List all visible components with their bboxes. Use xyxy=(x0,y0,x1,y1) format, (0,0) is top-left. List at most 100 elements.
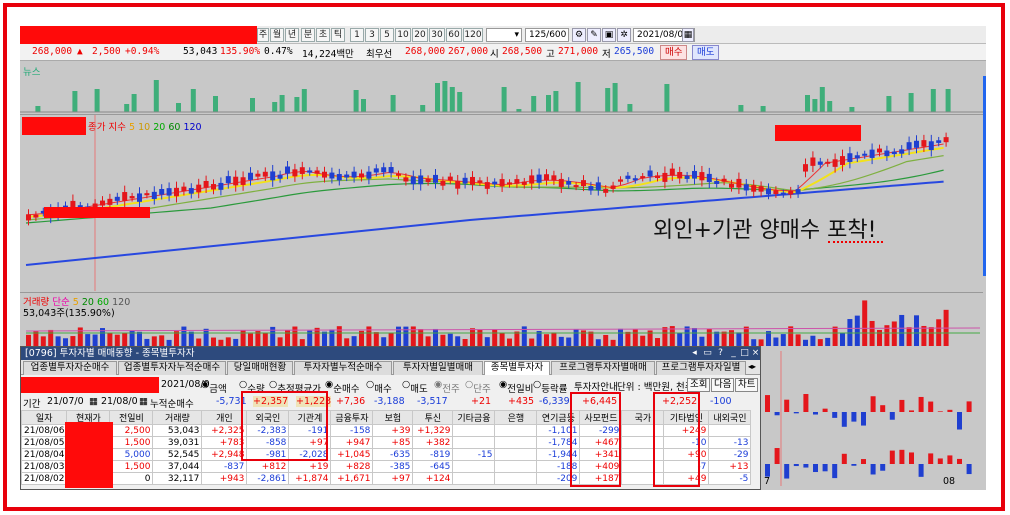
window-titlebar[interactable]: [0796] 투자자별 매매동향 - 종목별투자자 ◂ ▭ ? _ □ × xyxy=(21,347,760,360)
tab-sector-cumulative[interactable]: 업종별투자자누적순매수 xyxy=(118,361,226,375)
period-year-button[interactable]: 년 xyxy=(285,28,299,42)
interval-1-button[interactable]: 1 xyxy=(350,28,364,42)
save-icon[interactable]: ▣ xyxy=(602,28,616,42)
table-cell xyxy=(452,424,496,437)
table-row[interactable]: 21/08/05 1,500 39,031 +783 -858 +97 +947 +85 +38… xyxy=(20,436,752,449)
gear-icon[interactable]: ✲ xyxy=(617,28,631,42)
tab-stock-investor[interactable]: 종목별투자자 xyxy=(484,361,550,375)
column-header[interactable]: 내외국인 xyxy=(708,410,752,425)
investor-bar xyxy=(928,453,934,464)
volume-bar xyxy=(144,338,150,346)
window-link-icon[interactable]: ▭ xyxy=(702,348,713,359)
period-to[interactable]: 21/08/0 xyxy=(101,396,138,407)
tab-program-daily[interactable]: 프로그램투자자일별 xyxy=(656,361,746,375)
interval-30-button[interactable]: 30 xyxy=(429,28,445,42)
radio-ratio[interactable]: ○ 단주 xyxy=(465,379,491,395)
table-row[interactable]: 21/08/04 5,000 52,545 +2,948 -981 -2,028 +1,04… xyxy=(20,448,752,461)
calendar-from-icon[interactable]: ▦ xyxy=(89,396,98,407)
radio-net[interactable]: ◉ 순매수 xyxy=(325,379,360,395)
calendar-icon[interactable]: ▦ xyxy=(682,28,694,42)
table-cell: +1,671 xyxy=(330,472,374,485)
column-header[interactable]: 일자 xyxy=(20,410,68,425)
right-scrollbar[interactable] xyxy=(983,76,986,276)
calendar-to-icon[interactable]: ▦ xyxy=(139,396,148,407)
table-row[interactable]: 21/08/06 2,500 53,043 +2,325 -2,383 -191 -158 +… xyxy=(20,424,752,437)
investor-guide-link[interactable]: 투자자안내 xyxy=(574,379,618,393)
window-close-icon[interactable]: × xyxy=(750,348,761,359)
period-tick-button[interactable]: 틱 xyxy=(331,28,345,42)
table-row[interactable]: 21/08/02 0 32,117 +943 -2,861 +1,874 +1,671 +97… xyxy=(20,472,752,485)
volume-bar xyxy=(77,327,83,346)
period-from[interactable]: 21/07/0 xyxy=(47,396,84,407)
table-cell: +947 xyxy=(330,436,374,449)
tab-investor-daily[interactable]: 투자자별일별매매 xyxy=(393,361,483,375)
candle xyxy=(529,175,535,184)
volume-bar xyxy=(877,329,882,346)
draw-icon[interactable]: ✎ xyxy=(587,28,601,42)
period-label: 기간 xyxy=(23,399,41,410)
radio-dayratio[interactable]: ◉ 전일비 xyxy=(499,379,534,395)
window-tabs: 업종별투자자순매수 업종별투자자누적순매수 당일매매현황 투자자별누적순매수 투… xyxy=(21,360,760,375)
radio-prev-label: 전주 xyxy=(442,384,460,395)
candle xyxy=(203,180,209,188)
candle xyxy=(507,182,512,185)
candle xyxy=(566,181,572,185)
candle xyxy=(396,173,401,176)
next-button[interactable]: 다음 xyxy=(711,378,735,392)
radio-sell[interactable]: ○ 매도 xyxy=(402,379,428,395)
volume-bar xyxy=(640,335,646,346)
chart-button[interactable]: 차트 xyxy=(735,378,759,392)
window-prev-icon[interactable]: ◂ xyxy=(689,348,700,359)
low-label: 저 xyxy=(602,49,611,60)
radio-avg[interactable]: ○ 추정평균가 xyxy=(269,379,321,395)
table-cell: +39 xyxy=(372,424,414,437)
candle xyxy=(625,175,631,179)
radio-qty[interactable]: ○ 수량 xyxy=(239,379,265,395)
candle xyxy=(884,150,890,157)
period-month-button[interactable]: 월 xyxy=(270,28,284,42)
column-header[interactable]: 금융투자 xyxy=(330,410,374,425)
tab-program-investor[interactable]: 프로그램투자자별매매 xyxy=(551,361,655,375)
interval-60-button[interactable]: 60 xyxy=(446,28,462,42)
radio-prev[interactable]: ◉ 전주 xyxy=(434,379,460,395)
window-help-icon[interactable]: ? xyxy=(715,348,726,359)
radio-amount[interactable]: ◉ 금액 xyxy=(201,379,227,395)
data-count-field[interactable]: 125/600 xyxy=(525,28,569,42)
candle xyxy=(869,149,875,158)
tabs-scroll-icon[interactable]: ◂▸ xyxy=(748,362,756,371)
window-minimize-icon[interactable]: _ xyxy=(728,348,739,359)
column-header[interactable]: 전일비 xyxy=(109,410,154,425)
radio-buy[interactable]: ○ 매수 xyxy=(366,379,392,395)
table-row[interactable]: 21/08/03 1,500 37,044 -837 +812 +19 +828 -385 -6… xyxy=(20,460,752,473)
column-header[interactable]: 은행 xyxy=(494,410,538,425)
interval-20-button[interactable]: 20 xyxy=(412,28,428,42)
period-week-button[interactable]: 주 xyxy=(257,28,269,42)
volume-bar xyxy=(566,337,572,346)
query-button[interactable]: 조회 xyxy=(687,378,711,392)
investor-bar xyxy=(851,412,857,422)
open-label: 시 xyxy=(490,49,499,60)
interval-3-button[interactable]: 3 xyxy=(365,28,379,42)
radio-updown[interactable]: ○ 등락률 xyxy=(533,379,568,395)
column-header[interactable]: 거래량 xyxy=(152,410,203,425)
column-header[interactable]: 보험 xyxy=(372,410,414,425)
column-header[interactable]: 기타금융 xyxy=(452,410,496,425)
sum-insurance: -3,188 xyxy=(374,396,405,407)
tab-investor-cumulative[interactable]: 투자자별누적순매수 xyxy=(294,361,392,375)
tab-sector-investor[interactable]: 업종별투자자순매수 xyxy=(23,361,117,375)
volume-bar xyxy=(529,338,535,346)
period-second-button[interactable]: 초 xyxy=(316,28,330,42)
column-header[interactable]: 투신 xyxy=(412,410,454,425)
volume-bar xyxy=(507,338,512,346)
interval-120-button[interactable]: 120 xyxy=(463,28,483,42)
window-maximize-icon[interactable]: □ xyxy=(739,348,750,359)
interval-5-button[interactable]: 5 xyxy=(380,28,394,42)
period-minute-button[interactable]: 분 xyxy=(301,28,315,42)
volume-bar xyxy=(462,339,468,346)
settings-icon[interactable]: ⚙ xyxy=(572,28,586,42)
sell-button[interactable]: 매도 xyxy=(692,45,720,60)
interval-10-button[interactable]: 10 xyxy=(395,28,411,42)
tab-daily-status[interactable]: 당일매매현황 xyxy=(227,361,293,375)
buy-button[interactable]: 매수 xyxy=(660,45,688,60)
interval-custom-select[interactable]: ▾ xyxy=(486,28,522,42)
